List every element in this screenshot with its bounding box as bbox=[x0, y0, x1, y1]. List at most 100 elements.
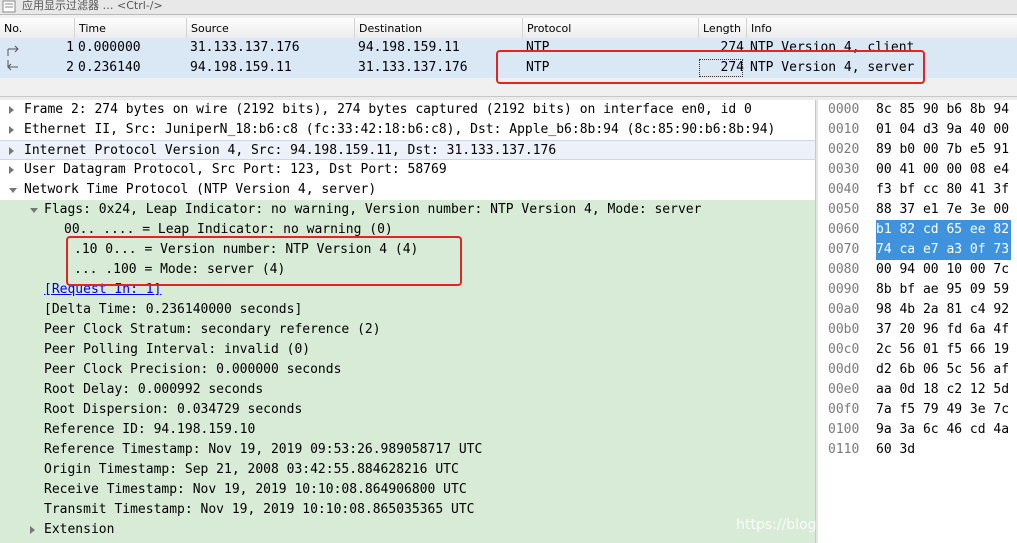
hex-bytes[interactable]: 8b bf ae 95 09 59 bbox=[876, 280, 1011, 300]
watermark: https://blog.csdn.net/chen1415886044 bbox=[736, 517, 1009, 533]
tree-item-field[interactable]: Peer Clock Stratum: secondary reference … bbox=[0, 320, 815, 340]
tree-item-extension[interactable]: Extension bbox=[0, 520, 815, 540]
tree-item-label: Peer Clock Precision: 0.000000 seconds bbox=[44, 362, 342, 377]
hex-row: 0010 01 04 d3 9a 40 00 bbox=[818, 120, 1017, 140]
tree-item-flags[interactable]: Flags: 0x24, Leap Indicator: no warning,… bbox=[0, 200, 815, 220]
tree-item-label: Root Dispersion: 0.034729 seconds bbox=[44, 402, 303, 417]
tree-item-label: Network Time Protocol (NTP Version 4, se… bbox=[24, 182, 377, 197]
tree-item-label: Flags: 0x24, Leap Indicator: no warning,… bbox=[44, 202, 702, 217]
tree-item-field[interactable]: Transmit Timestamp: Nov 19, 2019 10:10:0… bbox=[0, 500, 815, 520]
tree-item-label: Reference Timestamp: Nov 19, 2019 09:53:… bbox=[44, 442, 483, 457]
expand-arrow-icon[interactable] bbox=[9, 166, 14, 174]
tree-item-field[interactable]: Reference Timestamp: Nov 19, 2019 09:53:… bbox=[0, 440, 815, 460]
tree-item-label: [Delta Time: 0.236140000 seconds] bbox=[44, 302, 303, 317]
packet-details-tree[interactable]: Frame 2: 274 bytes on wire (2192 bits), … bbox=[0, 100, 815, 543]
packet-no: 2 bbox=[66, 60, 74, 75]
column-header-info[interactable]: Info bbox=[746, 18, 1017, 38]
hex-bytes[interactable]: 7a f5 79 49 3e 7c bbox=[876, 400, 1011, 420]
tree-item-field[interactable]: Root Dispersion: 0.034729 seconds bbox=[0, 400, 815, 420]
expand-arrow-icon[interactable] bbox=[9, 147, 14, 155]
tree-item-label: Peer Polling Interval: invalid (0) bbox=[44, 342, 311, 357]
column-header-destination[interactable]: Destination bbox=[354, 18, 522, 38]
tree-item-field[interactable]: Receive Timestamp: Nov 19, 2019 10:10:08… bbox=[0, 480, 815, 500]
packet-protocol: NTP bbox=[526, 60, 550, 75]
tree-item-ip[interactable]: Internet Protocol Version 4, Src: 94.198… bbox=[0, 140, 815, 160]
display-filter-bar[interactable]: 应用显示过滤器 … <Ctrl-/> bbox=[0, 0, 1017, 15]
expand-arrow-icon[interactable] bbox=[30, 526, 35, 534]
column-header-source[interactable]: Source bbox=[186, 18, 354, 38]
hex-bytes-highlighted[interactable]: 74 ca e7 a3 0f 73 bbox=[876, 240, 1012, 260]
hex-bytes[interactable]: 88 37 e1 7e 3e 00 bbox=[876, 200, 1011, 220]
tree-item-label: Reference ID: 94.198.159.10 bbox=[44, 422, 256, 437]
hex-bytes[interactable]: 2c 56 01 f5 66 19 bbox=[876, 340, 1011, 360]
packet-info: NTP Version 4, server bbox=[750, 60, 915, 75]
hex-bytes[interactable]: 00 41 00 00 08 e4 bbox=[876, 160, 1011, 180]
tree-item-field[interactable]: Root Delay: 0.000992 seconds bbox=[0, 380, 815, 400]
hex-offset: 0110 bbox=[828, 442, 860, 457]
packet-destination: 31.133.137.176 bbox=[358, 60, 468, 75]
hex-offset: 0040 bbox=[828, 182, 860, 197]
tree-item-field[interactable]: Peer Polling Interval: invalid (0) bbox=[0, 340, 815, 360]
tree-item-version-number[interactable]: .10 0... = Version number: NTP Version 4… bbox=[0, 240, 815, 260]
hex-bytes[interactable]: 37 20 96 fd 6a 4f bbox=[876, 320, 1011, 340]
tree-item-ntp[interactable]: Network Time Protocol (NTP Version 4, se… bbox=[0, 180, 815, 200]
collapse-arrow-icon[interactable] bbox=[30, 208, 38, 213]
tree-item-label: ... .100 = Mode: server (4) bbox=[74, 262, 286, 277]
column-header-protocol[interactable]: Protocol bbox=[522, 18, 698, 38]
display-filter-input[interactable]: 应用显示过滤器 … <Ctrl-/> bbox=[22, 0, 163, 13]
hex-row: 0090 8b bf ae 95 09 59 bbox=[818, 280, 1017, 300]
expand-arrow-icon[interactable] bbox=[9, 126, 14, 134]
column-header-time[interactable]: Time bbox=[74, 18, 186, 38]
packet-time: 0.000000 bbox=[78, 40, 141, 55]
hex-offset: 0060 bbox=[828, 222, 860, 237]
hex-bytes[interactable]: 01 04 d3 9a 40 00 bbox=[876, 120, 1011, 140]
tree-item-field[interactable]: Reference ID: 94.198.159.10 bbox=[0, 420, 815, 440]
hex-bytes[interactable]: f3 bf cc 80 41 3f bbox=[876, 180, 1011, 200]
packet-source: 31.133.137.176 bbox=[190, 40, 300, 55]
hex-bytes[interactable]: 89 b0 00 7b e5 91 bbox=[876, 140, 1011, 160]
tree-item-leap-indicator[interactable]: 00.. .... = Leap Indicator: no warning (… bbox=[0, 220, 815, 240]
tree-item-label: User Datagram Protocol, Src Port: 123, D… bbox=[24, 162, 447, 177]
packet-bytes-pane[interactable]: 0000 8c 85 90 b6 8b 94 0010 01 04 d3 9a 40… bbox=[818, 100, 1017, 543]
tree-item-udp[interactable]: User Datagram Protocol, Src Port: 123, D… bbox=[0, 160, 815, 180]
column-header-length[interactable]: Length bbox=[698, 18, 746, 38]
hex-bytes[interactable]: d2 6b 06 5c 56 af bbox=[876, 360, 1011, 380]
column-header-no[interactable]: No. bbox=[0, 18, 74, 38]
hex-offset: 00c0 bbox=[828, 342, 860, 357]
hex-bytes[interactable]: 8c 85 90 b6 8b 94 bbox=[876, 100, 1011, 120]
tree-item-field[interactable]: [Delta Time: 0.236140000 seconds] bbox=[0, 300, 815, 320]
hex-bytes[interactable]: 00 94 00 10 00 7c bbox=[876, 260, 1011, 280]
hex-offset: 0000 bbox=[828, 102, 860, 117]
hex-offset: 0010 bbox=[828, 122, 860, 137]
hex-row: 00e0 aa 0d 18 c2 12 5d bbox=[818, 380, 1017, 400]
request-in-link[interactable]: [Request In: 1] bbox=[44, 280, 161, 300]
tree-item-request-in[interactable]: [Request In: 1] bbox=[0, 280, 815, 300]
packet-no: 1 bbox=[66, 40, 74, 55]
hex-bytes[interactable]: aa 0d 18 c2 12 5d bbox=[876, 380, 1011, 400]
packet-list[interactable]: No. Time Source Destination Protocol Len… bbox=[0, 18, 1017, 96]
tree-item-label: Ethernet II, Src: JuniperN_18:b6:c8 (fc:… bbox=[24, 122, 776, 137]
hex-bytes-highlighted[interactable]: b1 82 cd 65 ee 82 bbox=[876, 220, 1012, 240]
hex-bytes[interactable]: 9a 3a 6c 46 cd 4a bbox=[876, 420, 1011, 440]
bookmark-filter-icon[interactable] bbox=[2, 0, 16, 13]
tree-item-label: .10 0... = Version number: NTP Version 4… bbox=[74, 242, 419, 257]
tree-item-label: Origin Timestamp: Sep 21, 2008 03:42:55.… bbox=[44, 462, 459, 477]
tree-item-label: Extension bbox=[44, 522, 115, 537]
tree-item-label: Peer Clock Stratum: secondary reference … bbox=[44, 322, 381, 337]
hex-bytes[interactable]: 98 4b 2a 81 c4 92 bbox=[876, 300, 1011, 320]
hex-offset: 00a0 bbox=[828, 302, 860, 317]
tree-item-ethernet[interactable]: Ethernet II, Src: JuniperN_18:b6:c8 (fc:… bbox=[0, 120, 815, 140]
hex-offset: 00d0 bbox=[828, 362, 860, 377]
tree-item-mode[interactable]: ... .100 = Mode: server (4) bbox=[0, 260, 815, 280]
expand-arrow-icon[interactable] bbox=[9, 106, 14, 114]
tree-item-field[interactable]: Origin Timestamp: Sep 21, 2008 03:42:55.… bbox=[0, 460, 815, 480]
tree-item-field[interactable]: Peer Clock Precision: 0.000000 seconds bbox=[0, 360, 815, 380]
collapse-arrow-icon[interactable] bbox=[9, 188, 17, 193]
tree-item-frame[interactable]: Frame 2: 274 bytes on wire (2192 bits), … bbox=[0, 100, 815, 120]
packet-info: NTP Version 4, client bbox=[750, 40, 915, 55]
packet-row-selected[interactable]: 2 0.236140 94.198.159.11 31.133.137.176 … bbox=[0, 58, 1017, 78]
packet-row[interactable]: 1 0.000000 31.133.137.176 94.198.159.11 … bbox=[0, 38, 1017, 58]
packet-length: 274 bbox=[698, 58, 744, 78]
packet-list-scrollbar[interactable] bbox=[0, 78, 1017, 96]
hex-bytes[interactable]: 60 3d bbox=[876, 440, 917, 460]
